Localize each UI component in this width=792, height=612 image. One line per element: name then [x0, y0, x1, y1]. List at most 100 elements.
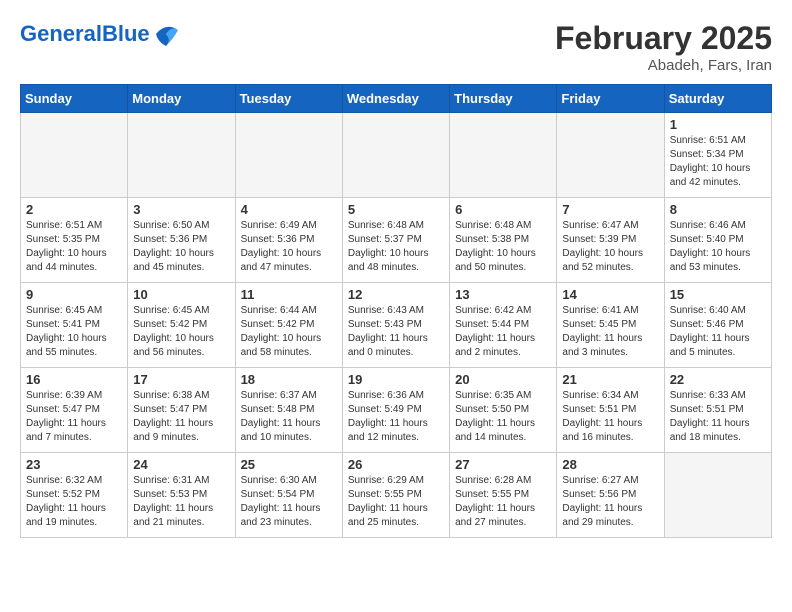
calendar-cell: 26Sunrise: 6:29 AM Sunset: 5:55 PM Dayli… [342, 453, 449, 538]
day-info: Sunrise: 6:29 AM Sunset: 5:55 PM Dayligh… [348, 474, 444, 530]
day-number: 2 [26, 202, 122, 217]
calendar-cell: 20Sunrise: 6:35 AM Sunset: 5:50 PM Dayli… [450, 368, 557, 453]
day-info: Sunrise: 6:39 AM Sunset: 5:47 PM Dayligh… [26, 389, 122, 445]
weekday-header: Sunday [21, 85, 128, 113]
day-info: Sunrise: 6:32 AM Sunset: 5:52 PM Dayligh… [26, 474, 122, 530]
day-number: 10 [133, 287, 229, 302]
week-row: 2 Sunrise: 6:51 AM Sunset: 5:35 PM Daylig… [21, 198, 772, 283]
day-info: Sunrise: 6:40 AM Sunset: 5:46 PM Dayligh… [670, 304, 766, 360]
day-number: 24 [133, 457, 229, 472]
day-info: Sunrise: 6:35 AM Sunset: 5:50 PM Dayligh… [455, 389, 551, 445]
calendar-cell: 9 Sunrise: 6:45 AM Sunset: 5:41 PM Daylig… [21, 283, 128, 368]
day-info: Sunrise: 6:36 AM Sunset: 5:49 PM Dayligh… [348, 389, 444, 445]
day-number: 23 [26, 457, 122, 472]
day-number: 7 [562, 202, 658, 217]
day-number: 1 [670, 117, 766, 132]
day-info: Sunrise: 6:48 AM Sunset: 5:37 PM Dayligh… [348, 219, 444, 275]
calendar-cell: 25 Sunrise: 6:30 AM Sunset: 5:54 PM Dayli… [235, 453, 342, 538]
calendar-cell [557, 113, 664, 198]
day-number: 6 [455, 202, 551, 217]
calendar-cell: 13 Sunrise: 6:42 AM Sunset: 5:44 PM Dayli… [450, 283, 557, 368]
day-info: Sunrise: 6:51 AM Sunset: 5:35 PM Dayligh… [26, 219, 122, 275]
calendar-cell: 7 Sunrise: 6:47 AM Sunset: 5:39 PM Daylig… [557, 198, 664, 283]
page-header: GeneralBlue February 2025 Abadeh, Fars, … [20, 20, 772, 74]
calendar-cell [342, 113, 449, 198]
day-info: Sunrise: 6:33 AM Sunset: 5:51 PM Dayligh… [670, 389, 766, 445]
weekday-header: Monday [128, 85, 235, 113]
day-number: 4 [241, 202, 337, 217]
day-number: 16 [26, 372, 122, 387]
day-info: Sunrise: 6:34 AM Sunset: 5:51 PM Dayligh… [562, 389, 658, 445]
calendar-cell: 1 Sunrise: 6:51 AM Sunset: 5:34 PM Daylig… [664, 113, 771, 198]
week-row: 1 Sunrise: 6:51 AM Sunset: 5:34 PM Daylig… [21, 113, 772, 198]
day-number: 15 [670, 287, 766, 302]
day-number: 14 [562, 287, 658, 302]
day-info: Sunrise: 6:37 AM Sunset: 5:48 PM Dayligh… [241, 389, 337, 445]
day-info: Sunrise: 6:27 AM Sunset: 5:56 PM Dayligh… [562, 474, 658, 530]
week-row: 16 Sunrise: 6:39 AM Sunset: 5:47 PM Dayli… [21, 368, 772, 453]
weekday-header: Friday [557, 85, 664, 113]
logo-icon [152, 20, 180, 48]
day-info: Sunrise: 6:31 AM Sunset: 5:53 PM Dayligh… [133, 474, 229, 530]
day-number: 21 [562, 372, 658, 387]
calendar-cell: 27 Sunrise: 6:28 AM Sunset: 5:55 PM Dayli… [450, 453, 557, 538]
day-info: Sunrise: 6:30 AM Sunset: 5:54 PM Dayligh… [241, 474, 337, 530]
calendar-cell: 6 Sunrise: 6:48 AM Sunset: 5:38 PM Daylig… [450, 198, 557, 283]
week-row: 9 Sunrise: 6:45 AM Sunset: 5:41 PM Daylig… [21, 283, 772, 368]
weekday-header: Thursday [450, 85, 557, 113]
calendar-cell: 18 Sunrise: 6:37 AM Sunset: 5:48 PM Dayli… [235, 368, 342, 453]
day-info: Sunrise: 6:38 AM Sunset: 5:47 PM Dayligh… [133, 389, 229, 445]
calendar-cell [235, 113, 342, 198]
calendar-cell: 16 Sunrise: 6:39 AM Sunset: 5:47 PM Dayli… [21, 368, 128, 453]
calendar-cell: 15 Sunrise: 6:40 AM Sunset: 5:46 PM Dayli… [664, 283, 771, 368]
day-number: 18 [241, 372, 337, 387]
day-number: 28 [562, 457, 658, 472]
calendar-cell [450, 113, 557, 198]
calendar-cell [128, 113, 235, 198]
calendar-cell: 4 Sunrise: 6:49 AM Sunset: 5:36 PM Daylig… [235, 198, 342, 283]
week-row: 23 Sunrise: 6:32 AM Sunset: 5:52 PM Dayli… [21, 453, 772, 538]
day-info: Sunrise: 6:42 AM Sunset: 5:44 PM Dayligh… [455, 304, 551, 360]
calendar-cell: 11Sunrise: 6:44 AM Sunset: 5:42 PM Dayli… [235, 283, 342, 368]
day-number: 22 [670, 372, 766, 387]
calendar-cell: 10 Sunrise: 6:45 AM Sunset: 5:42 PM Dayli… [128, 283, 235, 368]
day-number: 17 [133, 372, 229, 387]
calendar-cell: 2 Sunrise: 6:51 AM Sunset: 5:35 PM Daylig… [21, 198, 128, 283]
day-info: Sunrise: 6:45 AM Sunset: 5:41 PM Dayligh… [26, 304, 122, 360]
title-block: February 2025 Abadeh, Fars, Iran [555, 20, 772, 74]
calendar-cell: 14 Sunrise: 6:41 AM Sunset: 5:45 PM Dayli… [557, 283, 664, 368]
day-info: Sunrise: 6:28 AM Sunset: 5:55 PM Dayligh… [455, 474, 551, 530]
day-number: 13 [455, 287, 551, 302]
day-number: 19 [348, 372, 444, 387]
day-number: 9 [26, 287, 122, 302]
day-info: Sunrise: 6:51 AM Sunset: 5:34 PM Dayligh… [670, 134, 766, 190]
day-info: Sunrise: 6:48 AM Sunset: 5:38 PM Dayligh… [455, 219, 551, 275]
weekday-header: Saturday [664, 85, 771, 113]
calendar-cell: 17 Sunrise: 6:38 AM Sunset: 5:47 PM Dayli… [128, 368, 235, 453]
day-info: Sunrise: 6:49 AM Sunset: 5:36 PM Dayligh… [241, 219, 337, 275]
day-number: 27 [455, 457, 551, 472]
day-number: 11 [241, 287, 337, 302]
calendar-cell: 24 Sunrise: 6:31 AM Sunset: 5:53 PM Dayli… [128, 453, 235, 538]
day-info: Sunrise: 6:47 AM Sunset: 5:39 PM Dayligh… [562, 219, 658, 275]
calendar-cell: 8 Sunrise: 6:46 AM Sunset: 5:40 PM Daylig… [664, 198, 771, 283]
logo-general: General [20, 21, 102, 46]
day-info: Sunrise: 6:46 AM Sunset: 5:40 PM Dayligh… [670, 219, 766, 275]
location: Abadeh, Fars, Iran [555, 57, 772, 74]
logo-text: GeneralBlue [20, 23, 150, 45]
calendar-cell [664, 453, 771, 538]
day-number: 25 [241, 457, 337, 472]
day-info: Sunrise: 6:41 AM Sunset: 5:45 PM Dayligh… [562, 304, 658, 360]
calendar-cell: 21 Sunrise: 6:34 AM Sunset: 5:51 PM Dayli… [557, 368, 664, 453]
day-number: 3 [133, 202, 229, 217]
calendar-cell: 5 Sunrise: 6:48 AM Sunset: 5:37 PM Daylig… [342, 198, 449, 283]
calendar-cell: 12Sunrise: 6:43 AM Sunset: 5:43 PM Dayli… [342, 283, 449, 368]
day-info: Sunrise: 6:43 AM Sunset: 5:43 PM Dayligh… [348, 304, 444, 360]
calendar-cell: 22 Sunrise: 6:33 AM Sunset: 5:51 PM Dayli… [664, 368, 771, 453]
calendar-cell: 28 Sunrise: 6:27 AM Sunset: 5:56 PM Dayli… [557, 453, 664, 538]
logo: GeneralBlue [20, 20, 180, 48]
logo-blue: Blue [102, 21, 150, 46]
day-number: 5 [348, 202, 444, 217]
day-info: Sunrise: 6:45 AM Sunset: 5:42 PM Dayligh… [133, 304, 229, 360]
day-number: 8 [670, 202, 766, 217]
